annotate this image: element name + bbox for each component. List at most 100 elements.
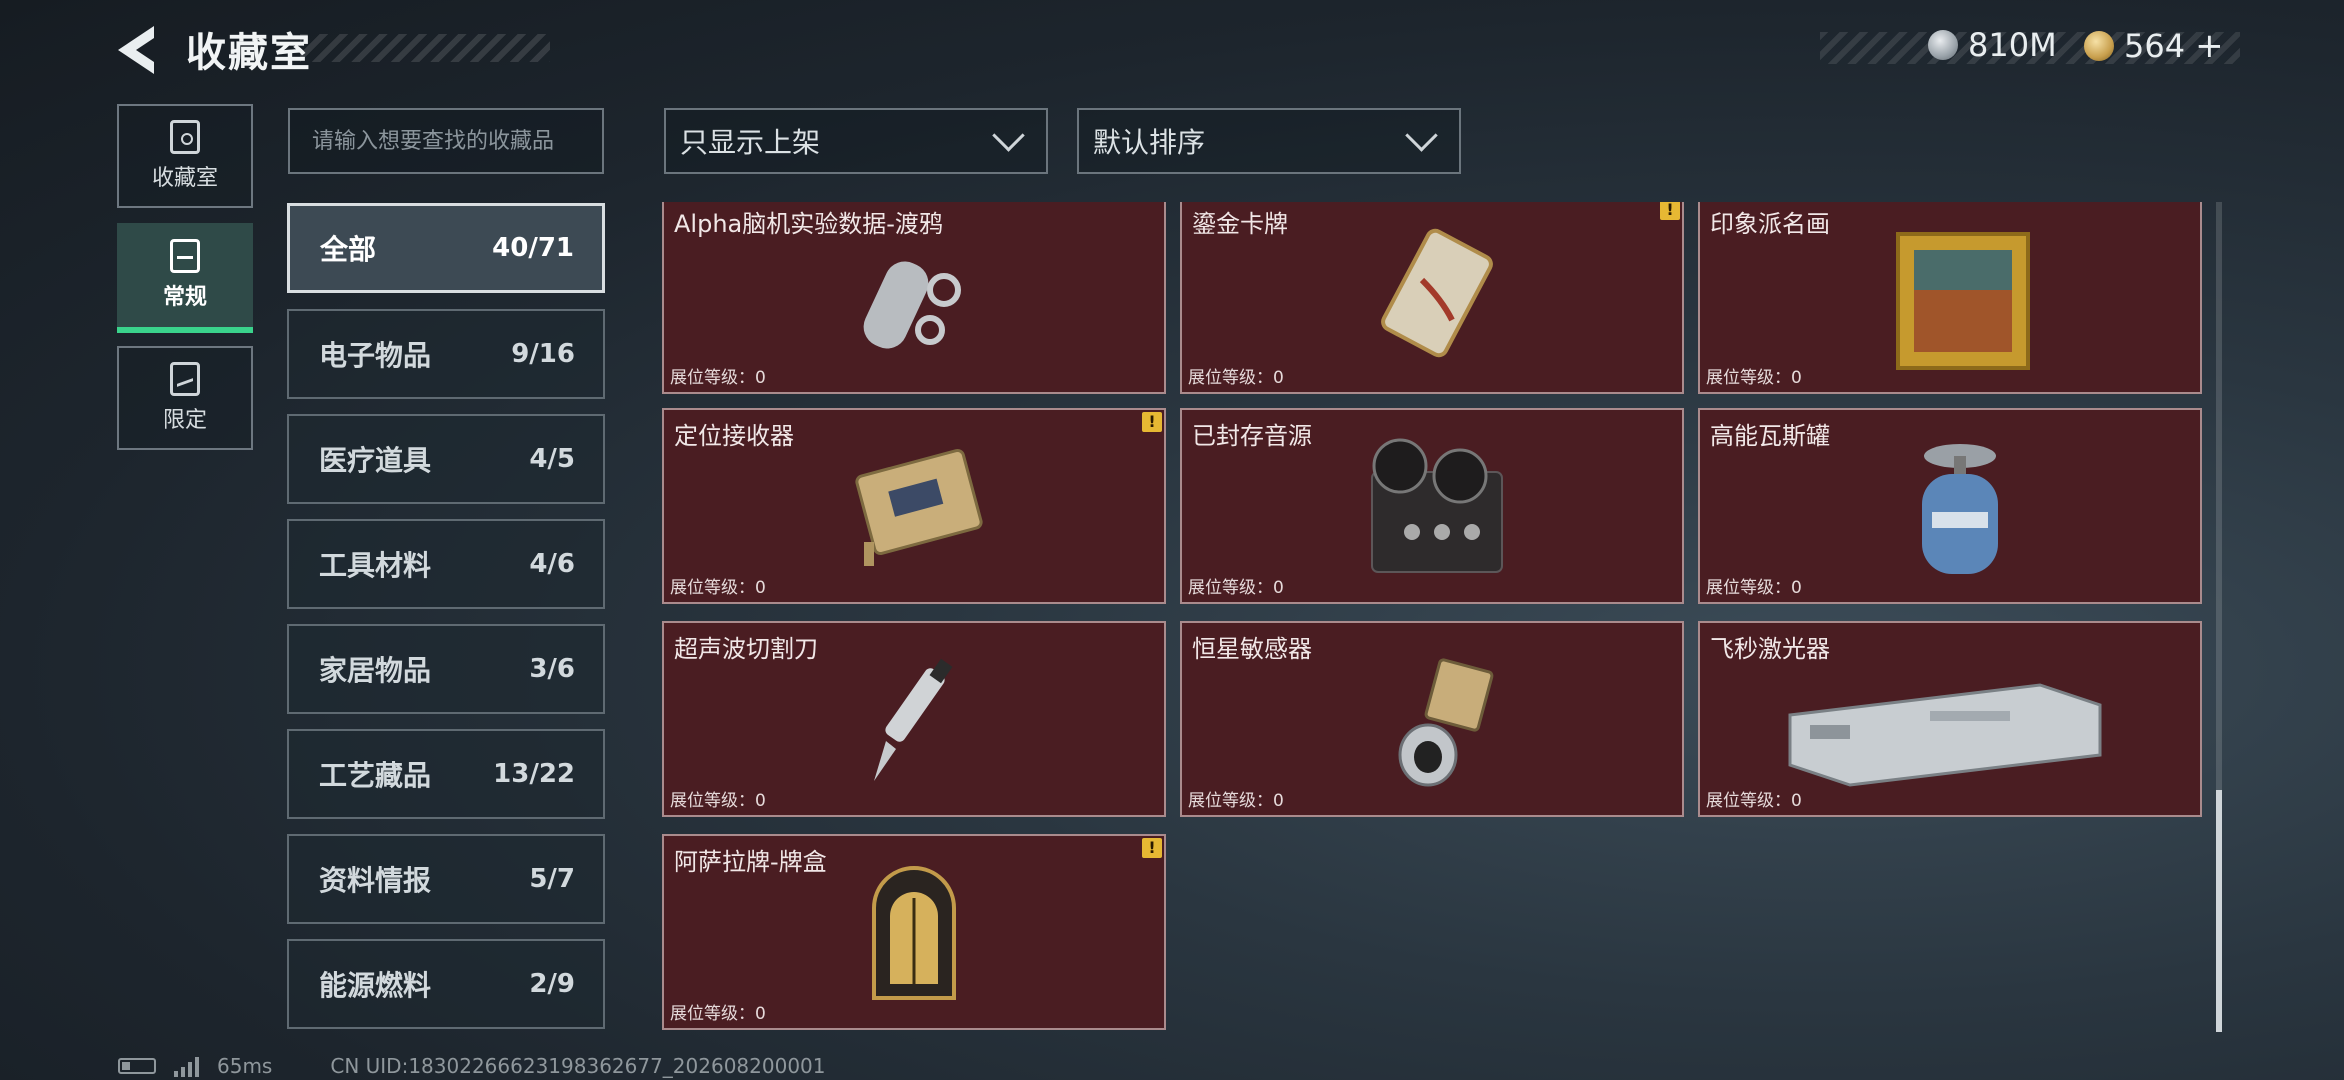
collectible-level: 展位等级：0 [670,578,766,598]
category-name: 工具材料 [319,549,432,582]
collectible-level: 展位等级：0 [1706,791,1802,811]
category-name: 电子物品 [319,339,432,372]
category-medical[interactable]: 医疗道具 4/5 [287,414,605,504]
collectible-name: 阿萨拉牌-牌盒 [674,848,827,876]
category-count: 4/6 [529,549,575,579]
collectible-name: 鎏金卡牌 [1192,210,1288,238]
currency-gold-value: 564 [2124,27,2186,65]
collectible-level: 展位等级：0 [670,791,766,811]
gas-canister-icon [1922,444,1998,574]
collectibles-grid: Alpha脑机实验数据-渡鸦 展位等级：0 ! 鎏金卡牌 展位等级：0 印象派名… [662,202,2202,1032]
category-count: 3/6 [529,654,575,684]
category-name: 资料情报 [319,864,432,897]
collectible-level: 展位等级：0 [1188,791,1284,811]
reel-recorder-icon [1371,438,1503,573]
category-count: 2/9 [529,969,575,999]
status-footer: 65ms CN UID:18302266623198362677_2026082… [118,1054,826,1078]
sort-dropdown[interactable]: 默认排序 [1077,108,1461,174]
currency-gold[interactable]: 564 + [2084,26,2224,66]
title-decoration [300,34,550,62]
nav-regular[interactable]: 常规 [117,223,253,333]
category-crafts[interactable]: 工艺藏品 13/22 [287,729,605,819]
nav-collection-room[interactable]: 收藏室 [117,104,253,208]
search-input[interactable] [288,108,604,174]
silver-coin-icon [1928,30,1958,60]
collectible-name: 飞秒激光器 [1710,635,1830,663]
star-sensor-icon [1398,658,1494,787]
category-count: 5/7 [529,864,575,894]
signal-icon [174,1055,199,1077]
shelf-filter-dropdown[interactable]: 只显示上架 [664,108,1048,174]
collectible-card[interactable]: 超声波切割刀 展位等级：0 [662,621,1166,817]
shelf-filter-value: 只显示上架 [680,126,821,159]
femtosecond-laser-icon [1788,683,2102,787]
category-tools[interactable]: 工具材料 4/6 [287,519,605,609]
category-household[interactable]: 家居物品 3/6 [287,624,605,714]
ping-value: 65ms [217,1054,273,1078]
limited-icon [170,362,200,396]
collectible-level: 展位等级：0 [670,1004,766,1024]
category-name: 全部 [320,233,377,266]
collection-room-icon [170,120,200,154]
card-box-icon [872,866,956,1000]
regular-icon [170,239,200,273]
chevron-down-icon [1405,118,1438,152]
category-name: 工艺藏品 [319,759,432,792]
category-name: 家居物品 [319,654,432,687]
collectible-name: Alpha脑机实验数据-渡鸦 [674,210,943,238]
collectible-card[interactable]: 印象派名画 展位等级：0 [1698,202,2202,394]
category-name: 医疗道具 [319,444,432,477]
collectible-card[interactable]: ! 定位接收器 展位等级：0 [662,408,1166,604]
page-title: 收藏室 [186,30,312,76]
alert-icon: ! [1142,838,1162,858]
scrollbar-thumb[interactable] [2216,790,2222,1032]
collectible-card[interactable]: Alpha脑机实验数据-渡鸦 展位等级：0 [662,202,1166,394]
collectible-name: 定位接收器 [674,422,794,450]
alert-icon: ! [1660,202,1680,220]
gold-coin-icon [2084,31,2114,61]
category-energy[interactable]: 能源燃料 2/9 [287,939,605,1029]
gilded-card-icon [1381,228,1493,358]
category-electronics[interactable]: 电子物品 9/16 [287,309,605,399]
back-arrow-icon[interactable] [112,22,162,78]
chevron-down-icon [992,118,1025,152]
collectible-level: 展位等级：0 [670,368,766,388]
locator-receiver-icon [855,448,983,566]
collectible-card[interactable]: ! 阿萨拉牌-牌盒 展位等级：0 [662,834,1166,1030]
category-name: 能源燃料 [319,969,432,1002]
battery-icon [118,1058,156,1074]
currency-silver-value: 810M [1968,26,2057,64]
category-count: 13/22 [493,759,575,789]
category-count: 9/16 [511,339,575,369]
collectible-level: 展位等级：0 [1706,578,1802,598]
collectible-card[interactable]: ! 鎏金卡牌 展位等级：0 [1180,202,1684,394]
collectible-name: 恒星敏感器 [1192,635,1312,663]
category-all[interactable]: 全部 40/71 [287,203,605,293]
alert-icon: ! [1142,412,1162,432]
nav-label: 限定 [162,408,207,433]
data-cylinder-icon [863,261,961,349]
category-count: 40/71 [492,233,574,263]
nav-label: 常规 [162,285,207,310]
framed-painting-icon [1896,232,2030,370]
collectible-name: 已封存音源 [1192,422,1312,450]
collectible-card[interactable]: 飞秒激光器 展位等级：0 [1698,621,2202,817]
uid-text: CN UID:18302266623198362677_202608200001 [330,1054,826,1078]
collectible-card[interactable]: 高能瓦斯罐 展位等级：0 [1698,408,2202,604]
currency-silver: 810M [1928,26,2057,64]
collectible-card[interactable]: 恒星敏感器 展位等级：0 [1180,621,1684,817]
sort-value: 默认排序 [1093,126,1206,159]
collectible-level: 展位等级：0 [1706,368,1802,388]
collectible-level: 展位等级：0 [1188,578,1284,598]
category-intel[interactable]: 资料情报 5/7 [287,834,605,924]
collectible-name: 高能瓦斯罐 [1710,422,1830,450]
collectible-name: 超声波切割刀 [674,635,818,663]
add-currency-button[interactable]: + [2195,26,2224,66]
category-count: 4/5 [529,444,575,474]
collectible-name: 印象派名画 [1710,210,1830,238]
nav-label: 收藏室 [151,166,218,191]
nav-limited[interactable]: 限定 [117,346,253,450]
collectible-card[interactable]: 已封存音源 展位等级：0 [1180,408,1684,604]
ultrasonic-cutter-icon [874,658,953,781]
collectible-level: 展位等级：0 [1188,368,1284,388]
